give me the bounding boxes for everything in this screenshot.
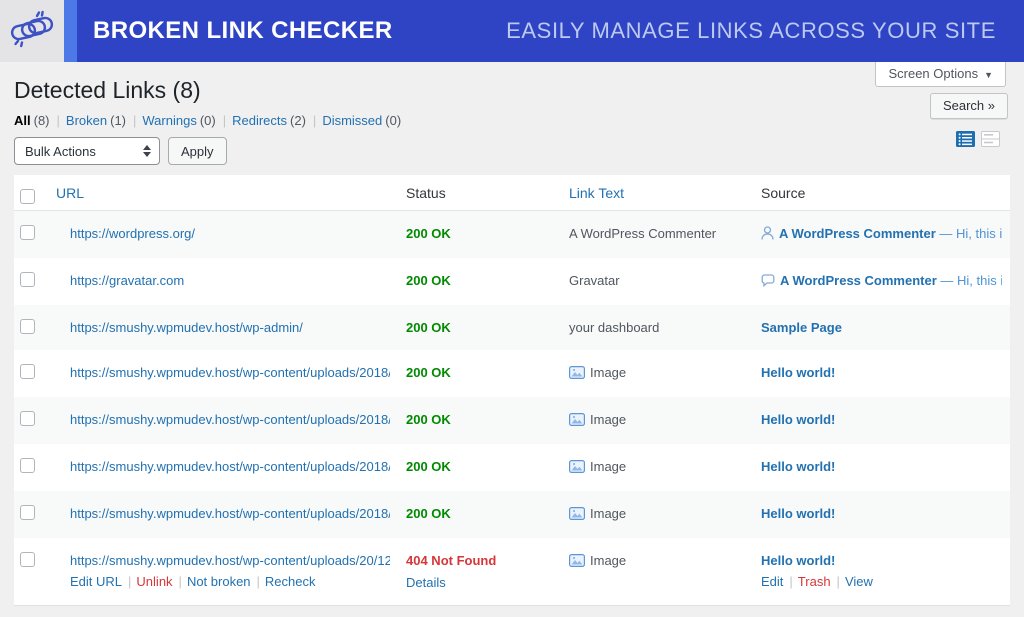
- apply-button[interactable]: Apply: [168, 137, 227, 165]
- unlink-link[interactable]: Unlink: [136, 574, 172, 589]
- link-url[interactable]: https://smushy.wpmudev.host/wp-content/u…: [70, 365, 390, 380]
- bulk-actions-selected: Bulk Actions: [25, 143, 96, 159]
- link-text: Image: [590, 553, 627, 568]
- select-all-checkbox[interactable]: [20, 188, 35, 204]
- link-text: A WordPress Commenter: [569, 226, 717, 241]
- link-text: Gravatar: [569, 273, 620, 288]
- trash-link[interactable]: Trash: [798, 574, 831, 589]
- status-badge: 404 Not Found: [406, 553, 497, 568]
- source-link[interactable]: Hello world!: [761, 412, 835, 427]
- status-badge: 200 OK: [406, 320, 451, 335]
- status-badge: 200 OK: [406, 365, 451, 380]
- table-row: https://wordpress.org/ 200 OK A WordPres…: [14, 210, 1010, 258]
- link-url[interactable]: https://smushy.wpmudev.host/wp-content/u…: [70, 459, 390, 474]
- page-title: Detected Links (8): [14, 77, 201, 103]
- source-excerpt: — Hi, this is a co…: [939, 226, 1002, 241]
- link-url[interactable]: https://smushy.wpmudev.host/wp-content/u…: [70, 553, 390, 568]
- row-checkbox[interactable]: [20, 505, 35, 520]
- column-header-link-text[interactable]: Link Text: [561, 175, 753, 211]
- status-badge: 200 OK: [406, 226, 451, 241]
- banner-accent-strip: [64, 0, 77, 62]
- status-badge: 200 OK: [406, 412, 451, 427]
- column-header-source: Source: [753, 175, 1010, 211]
- link-text: Image: [590, 412, 627, 427]
- link-url[interactable]: https://smushy.wpmudev.host/wp-content/u…: [70, 412, 390, 427]
- source-link[interactable]: Sample Page: [761, 320, 842, 335]
- source-link[interactable]: Hello world!: [761, 365, 835, 380]
- source-link[interactable]: Hello world!: [761, 459, 835, 474]
- table-row: https://smushy.wpmudev.host/wp-content/u…: [14, 397, 1010, 444]
- banner-tagline: EASILY MANAGE LINKS ACROSS YOUR SITE: [506, 18, 996, 43]
- table-row-broken: !https://smushy.wpmudev.host/wp-content/…: [14, 538, 1010, 606]
- banner-title: BROKEN LINK CHECKER: [93, 17, 393, 44]
- link-url[interactable]: https://smushy.wpmudev.host/wp-admin/: [70, 320, 303, 335]
- table-row: https://smushy.wpmudev.host/wp-content/u…: [14, 491, 1010, 538]
- edit-url-link[interactable]: Edit URL: [70, 574, 122, 589]
- row-checkbox[interactable]: [20, 552, 35, 567]
- bulk-actions-select[interactable]: Bulk Actions: [14, 137, 160, 165]
- filter-warnings[interactable]: Warnings (0): [142, 113, 232, 128]
- table-row: https://smushy.wpmudev.host/wp-admin/ 20…: [14, 305, 1010, 350]
- status-badge: 200 OK: [406, 506, 451, 521]
- filter-redirects[interactable]: Redirects (2): [232, 113, 322, 128]
- details-link[interactable]: Details: [406, 575, 446, 591]
- link-text: Image: [590, 459, 627, 474]
- row-checkbox[interactable]: [20, 272, 35, 287]
- row-checkbox[interactable]: [20, 364, 35, 379]
- source-excerpt: — Hi, this is a co…: [940, 273, 1002, 288]
- person-icon: [761, 226, 774, 243]
- source-link[interactable]: Hello world!: [761, 553, 835, 568]
- row-checkbox[interactable]: [20, 225, 35, 240]
- filter-broken[interactable]: Broken (1): [66, 113, 142, 128]
- table-row: https://smushy.wpmudev.host/wp-content/u…: [14, 350, 1010, 397]
- source-link[interactable]: A WordPress Commenter: [779, 226, 936, 241]
- row-checkbox[interactable]: [20, 411, 35, 426]
- row-checkbox[interactable]: [20, 319, 35, 334]
- link-url[interactable]: https://wordpress.org/: [70, 226, 195, 241]
- url-row-actions: Edit URL Unlink Not broken Recheck: [70, 574, 390, 590]
- image-icon: [569, 554, 586, 570]
- source-link[interactable]: Hello world!: [761, 506, 835, 521]
- recheck-link[interactable]: Recheck: [265, 574, 316, 589]
- link-text: Image: [590, 506, 627, 521]
- source-row-actions: Edit Trash View: [761, 574, 1002, 590]
- filter-all[interactable]: All (8): [14, 113, 66, 128]
- select-arrows-icon: [143, 145, 151, 157]
- not-broken-link[interactable]: Not broken: [187, 574, 251, 589]
- comment-icon: [761, 274, 775, 290]
- filter-dismissed[interactable]: Dismissed (0): [322, 113, 401, 128]
- plugin-logo: [0, 0, 64, 62]
- column-header-status: Status: [398, 175, 561, 211]
- table-header-row: URL Status Link Text Source: [14, 175, 1010, 211]
- image-icon: [569, 507, 586, 523]
- status-badge: 200 OK: [406, 459, 451, 474]
- bulk-actions-toolbar: Bulk Actions Apply: [14, 137, 1010, 165]
- row-checkbox[interactable]: [20, 458, 35, 473]
- source-link[interactable]: A WordPress Commenter: [780, 273, 937, 288]
- plugin-banner: BROKEN LINK CHECKER EASILY MANAGE LINKS …: [0, 0, 1024, 62]
- image-icon: [569, 413, 586, 429]
- broken-chain-icon: [10, 10, 54, 53]
- status-filters: All(8)Broken(1)Warnings(0)Redirects(2)Di…: [14, 113, 1010, 128]
- link-url[interactable]: https://smushy.wpmudev.host/wp-content/u…: [70, 506, 390, 521]
- table-row: https://gravatar.com 200 OK Gravatar A W…: [14, 258, 1010, 305]
- image-icon: [569, 460, 586, 476]
- link-text: your dashboard: [569, 320, 660, 335]
- link-text: Image: [590, 365, 627, 380]
- view-link[interactable]: View: [845, 574, 873, 589]
- status-badge: 200 OK: [406, 273, 451, 288]
- column-header-url[interactable]: URL: [48, 175, 398, 211]
- edit-link[interactable]: Edit: [761, 574, 783, 589]
- table-row: https://smushy.wpmudev.host/wp-content/u…: [14, 444, 1010, 491]
- image-icon: [569, 366, 586, 382]
- detected-links-table: URL Status Link Text Source https://word…: [14, 175, 1010, 606]
- link-url[interactable]: https://gravatar.com: [70, 273, 184, 288]
